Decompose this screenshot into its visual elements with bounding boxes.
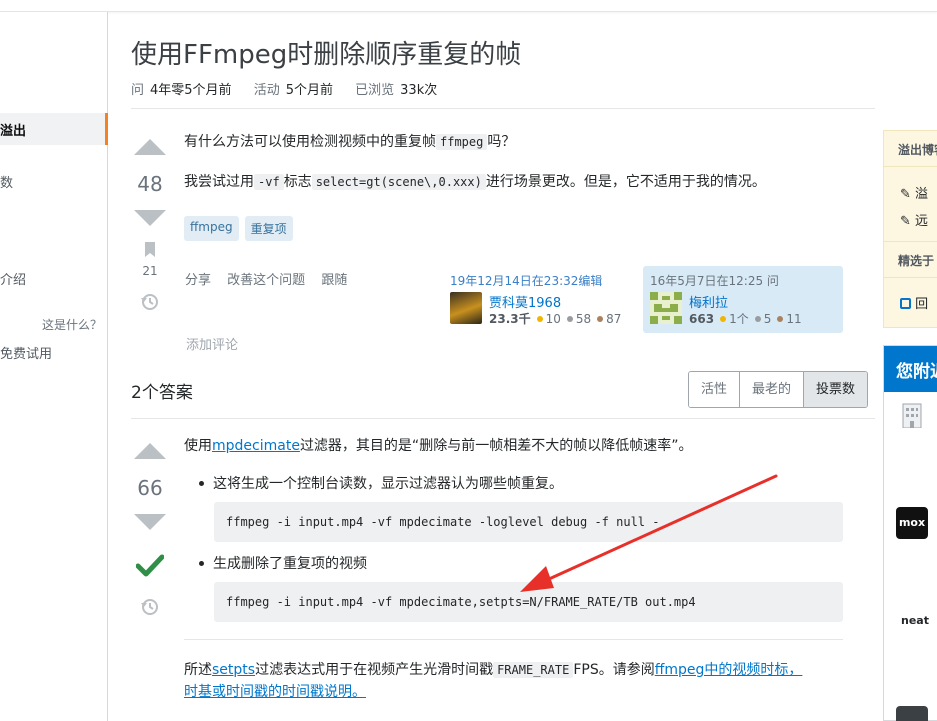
post-menu: 分享 改善这个问题 跟随 bbox=[185, 269, 359, 288]
bullet bbox=[199, 481, 204, 486]
downvote-button[interactable] bbox=[134, 514, 166, 530]
add-comment-link[interactable]: 添加评论 bbox=[186, 334, 238, 353]
nav-item-intro[interactable]: 介绍 bbox=[0, 269, 26, 288]
whats-this-link[interactable]: 这是什么？ bbox=[42, 316, 102, 333]
bullet bbox=[199, 561, 204, 566]
page-title[interactable]: 使用FFmpeg时删除顺序重复的帧 bbox=[131, 34, 521, 71]
improve-question-link[interactable]: 改善这个问题 bbox=[227, 273, 305, 288]
divider bbox=[184, 639, 843, 640]
pencil-icon: ✎ bbox=[900, 187, 911, 202]
tag-list: ffmpeg 重复项 bbox=[184, 216, 293, 241]
bookmark-icon[interactable] bbox=[144, 242, 156, 261]
divider bbox=[131, 108, 875, 109]
divider bbox=[884, 241, 937, 242]
blog-item[interactable]: ✎ 远 bbox=[900, 210, 928, 229]
upvote-button[interactable] bbox=[134, 443, 166, 459]
annotation-arrow bbox=[520, 474, 778, 592]
chat-icon bbox=[900, 298, 911, 309]
widget-title: 您附近 bbox=[896, 362, 937, 382]
history-icon[interactable] bbox=[140, 597, 159, 620]
blog-widget: 溢出博客 ✎ 溢 ✎ 远 精选于 回 bbox=[883, 130, 937, 328]
setpts-link[interactable]: setpts bbox=[212, 662, 255, 678]
accepted-check-icon bbox=[135, 554, 165, 582]
bookmark-count: 21 bbox=[142, 264, 158, 278]
share-link[interactable]: 分享 bbox=[185, 273, 211, 288]
upvote-button[interactable] bbox=[134, 139, 166, 155]
question-body-line2: 我尝试过用 -vf 标志 select=gt(scene\,0.xxx) 进行场景更改。… bbox=[184, 174, 766, 190]
sort-votes[interactable]: 投票数 bbox=[804, 372, 868, 407]
asker-name-link[interactable]: 梅利拉 bbox=[689, 292, 728, 311]
asker-signature: 16年5月7日在12:25 问 梅利拉 663 1个 5 11 bbox=[643, 266, 843, 333]
avatar[interactable] bbox=[650, 292, 682, 324]
answer-footer-line2: 时基或时间戳的时间戳说明。 bbox=[184, 681, 366, 701]
editor-name-link[interactable]: 贾科莫1968 bbox=[489, 292, 561, 311]
mpdecimate-link[interactable]: mpdecimate bbox=[212, 438, 300, 454]
tag-ffmpeg[interactable]: ffmpeg bbox=[184, 216, 239, 241]
sort-tabs: 活性 最老的 投票数 bbox=[688, 371, 869, 408]
ask-time: 16年5月7日在12:25 问 bbox=[650, 274, 779, 288]
answer-footer-line1: 所述setpts过滤表达式用于在视频产生光滑时间戳 FRAME_RATE FPS。请… bbox=[184, 662, 803, 678]
nav-item-label: 溢出 bbox=[0, 124, 27, 139]
timebase-link-cont[interactable]: 时基或时间戳的时间戳说明。 bbox=[184, 684, 366, 700]
left-nav: 溢出 数 介绍 这是什么？ 免费试用 bbox=[0, 12, 108, 721]
answer-bullet-2: 生成删除了重复项的视频 bbox=[213, 556, 367, 572]
jobs-widget: 您附近 mox neat bbox=[883, 345, 937, 721]
history-icon[interactable] bbox=[140, 292, 159, 315]
question-meta: 问 4年零5个月前 活动 5个月前 已浏览 33k次 bbox=[131, 83, 438, 98]
avatar[interactable] bbox=[450, 292, 482, 324]
timebase-link[interactable]: ffmpeg中的视频时标， bbox=[655, 662, 803, 678]
nav-item-tags[interactable]: 数 bbox=[0, 172, 13, 191]
answer-intro: 使用mpdecimate过滤器，其目的是“删除与前一帧相差不大的帧以降低帧速率”… bbox=[184, 438, 693, 454]
vote-count: 66 bbox=[137, 476, 163, 500]
vote-count: 48 bbox=[137, 172, 163, 196]
asker-stats: 663 1个 5 11 bbox=[689, 312, 802, 326]
blog-item[interactable]: ✎ 溢 bbox=[900, 183, 928, 202]
company-logo[interactable] bbox=[896, 706, 928, 721]
divider bbox=[884, 277, 937, 278]
downvote-button[interactable] bbox=[134, 210, 166, 226]
top-bar bbox=[0, 0, 937, 12]
editor-signature: 19年12月14日在23:32编辑 贾科莫1968 23.3千 10 58 87 bbox=[447, 266, 637, 332]
divider bbox=[884, 166, 937, 167]
nav-item-overflow[interactable]: 溢出 bbox=[0, 113, 108, 145]
widget-header: 您附近 bbox=[884, 346, 937, 392]
widget-title: 精选于 bbox=[898, 254, 935, 268]
free-trial-link[interactable]: 免费试用 bbox=[0, 343, 52, 362]
follow-link[interactable]: 跟随 bbox=[321, 273, 347, 288]
editor-stats: 23.3千 10 58 87 bbox=[489, 312, 622, 326]
featured-item[interactable]: 回 bbox=[900, 293, 928, 312]
sort-oldest[interactable]: 最老的 bbox=[740, 372, 805, 407]
question-body-line1: 有什么方法可以使用检测视频中的重复帧 ffmpeg 吗？ bbox=[184, 134, 516, 150]
company-logo[interactable]: mox bbox=[896, 507, 928, 539]
building-icon bbox=[897, 400, 927, 432]
widget-title: 溢出博客 bbox=[898, 143, 937, 157]
answers-count: 2个答案 bbox=[131, 383, 193, 403]
tag-duplicates[interactable]: 重复项 bbox=[244, 216, 293, 241]
sort-active[interactable]: 活性 bbox=[689, 372, 741, 407]
company-logo[interactable]: neat bbox=[901, 614, 929, 627]
divider bbox=[131, 418, 875, 419]
pencil-icon: ✎ bbox=[900, 214, 911, 229]
edit-time-link[interactable]: 19年12月14日在23:32编辑 bbox=[450, 272, 602, 289]
